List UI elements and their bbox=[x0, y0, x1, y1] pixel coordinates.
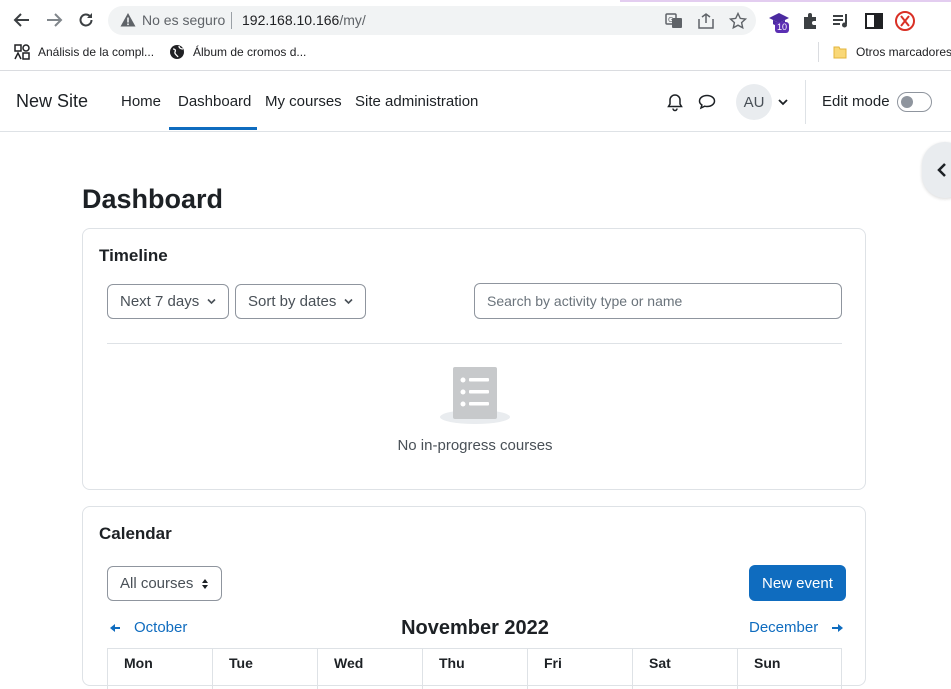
chat-bubble-icon[interactable] bbox=[697, 92, 717, 112]
share-icon[interactable] bbox=[697, 12, 715, 30]
weekday-header: Mon bbox=[107, 649, 212, 689]
forward-button[interactable] bbox=[42, 8, 66, 32]
sort-dropdown[interactable]: Sort by dates bbox=[235, 284, 367, 319]
navbar-divider bbox=[805, 80, 806, 124]
weekday-header: Fri bbox=[527, 649, 632, 689]
weekday-header: Wed bbox=[317, 649, 422, 689]
profile-extension-icon[interactable] bbox=[894, 10, 916, 32]
arrow-left-icon bbox=[13, 13, 29, 27]
bookmark-label: Análisis de la compl... bbox=[38, 45, 155, 59]
chevron-down-icon bbox=[207, 298, 216, 305]
empty-list-icon bbox=[440, 367, 510, 424]
other-bookmarks-label: Otros marcadores bbox=[856, 45, 951, 59]
avatar-initials: AU bbox=[743, 93, 765, 111]
arrow-right-icon bbox=[832, 623, 844, 632]
calendar-block: Calendar All courses New event October N… bbox=[82, 506, 866, 689]
extension-badge: 10 bbox=[775, 22, 790, 33]
weekday-header: Tue bbox=[212, 649, 317, 689]
user-avatar[interactable]: AU bbox=[736, 84, 772, 120]
timeline-empty-message: No in-progress courses bbox=[397, 437, 553, 454]
bookmark-analisis[interactable]: Análisis de la compl... bbox=[8, 40, 160, 64]
folder-icon bbox=[832, 44, 848, 60]
globe-icon bbox=[169, 44, 185, 60]
nav-home[interactable]: Home bbox=[121, 93, 161, 110]
open-drawer-button[interactable] bbox=[922, 142, 951, 198]
bookmarks-bar: Análisis de la compl... Álbum de cromos … bbox=[0, 38, 951, 66]
nav-dashboard[interactable]: Dashboard bbox=[178, 93, 251, 110]
timeline-search-input[interactable] bbox=[474, 283, 842, 319]
url-text[interactable]: 192.168.10.166/my/ bbox=[242, 12, 366, 28]
course-select-label: All courses bbox=[120, 575, 194, 592]
next-month-link[interactable]: December bbox=[749, 619, 844, 636]
sort-arrows-icon bbox=[201, 578, 209, 590]
reload-icon bbox=[79, 13, 93, 27]
calendar-title: Calendar bbox=[99, 524, 172, 543]
security-label[interactable]: No es seguro bbox=[142, 12, 225, 28]
url-path: /my/ bbox=[339, 12, 366, 28]
edit-mode-toggle[interactable] bbox=[897, 92, 932, 112]
day-filter-label: Next 7 days bbox=[120, 293, 200, 310]
site-navbar: New Site Home Dashboard My courses Site … bbox=[0, 72, 951, 132]
sidebar-panel-icon[interactable] bbox=[863, 10, 885, 32]
bookmark-album[interactable]: Álbum de cromos d... bbox=[163, 40, 312, 64]
bell-icon[interactable] bbox=[665, 92, 685, 112]
sort-label: Sort by dates bbox=[248, 293, 337, 310]
svg-text:G: G bbox=[668, 16, 673, 24]
browser-chrome: No es seguro 192.168.10.166/my/ G 10 Aná… bbox=[0, 0, 951, 71]
weekday-header: Sat bbox=[632, 649, 737, 689]
timeline-divider bbox=[107, 343, 842, 344]
omnibox-separator bbox=[231, 12, 232, 29]
chevron-down-icon bbox=[344, 298, 353, 305]
translate-icon[interactable]: G bbox=[665, 12, 683, 30]
chevron-down-icon[interactable] bbox=[778, 98, 788, 106]
course-select[interactable]: All courses bbox=[107, 566, 223, 601]
bookmark-label: Álbum de cromos d... bbox=[193, 45, 307, 59]
bookmarks-divider bbox=[818, 42, 819, 62]
arrow-right-icon bbox=[47, 13, 63, 27]
page-title: Dashboard bbox=[82, 184, 224, 214]
address-bar[interactable]: No es seguro 192.168.10.166/my/ G bbox=[108, 6, 756, 35]
chevron-left-icon bbox=[937, 163, 946, 177]
reload-button[interactable] bbox=[74, 8, 98, 32]
warning-icon bbox=[120, 13, 136, 27]
toggle-knob bbox=[901, 96, 913, 108]
day-filter-dropdown[interactable]: Next 7 days bbox=[107, 284, 230, 319]
media-queue-icon[interactable] bbox=[831, 10, 853, 32]
next-month-label: December bbox=[749, 619, 819, 636]
nav-site-administration[interactable]: Site administration bbox=[355, 93, 478, 110]
site-brand[interactable]: New Site bbox=[16, 91, 88, 112]
weekday-header: Sun bbox=[737, 649, 842, 689]
active-tab-indicator bbox=[169, 127, 257, 130]
nav-my-courses[interactable]: My courses bbox=[265, 93, 342, 110]
edit-mode-label: Edit mode bbox=[822, 93, 890, 110]
calendar-grid: Mon Tue Wed Thu Fri Sat Sun bbox=[107, 648, 842, 689]
timeline-title: Timeline bbox=[99, 246, 168, 265]
puzzle-icon[interactable] bbox=[800, 10, 822, 32]
url-host: 192.168.10.166 bbox=[242, 12, 340, 28]
timeline-block: Timeline Next 7 days Sort by dates No in… bbox=[82, 228, 866, 490]
new-event-label: New event bbox=[762, 574, 833, 592]
star-icon[interactable] bbox=[729, 12, 747, 30]
back-button[interactable] bbox=[10, 8, 34, 32]
other-bookmarks[interactable]: Otros marcadores bbox=[826, 40, 951, 64]
weekday-header: Thu bbox=[422, 649, 527, 689]
new-event-button[interactable]: New event bbox=[749, 565, 846, 601]
tab-strip-accent bbox=[0, 0, 951, 3]
ai-icon bbox=[14, 44, 30, 60]
